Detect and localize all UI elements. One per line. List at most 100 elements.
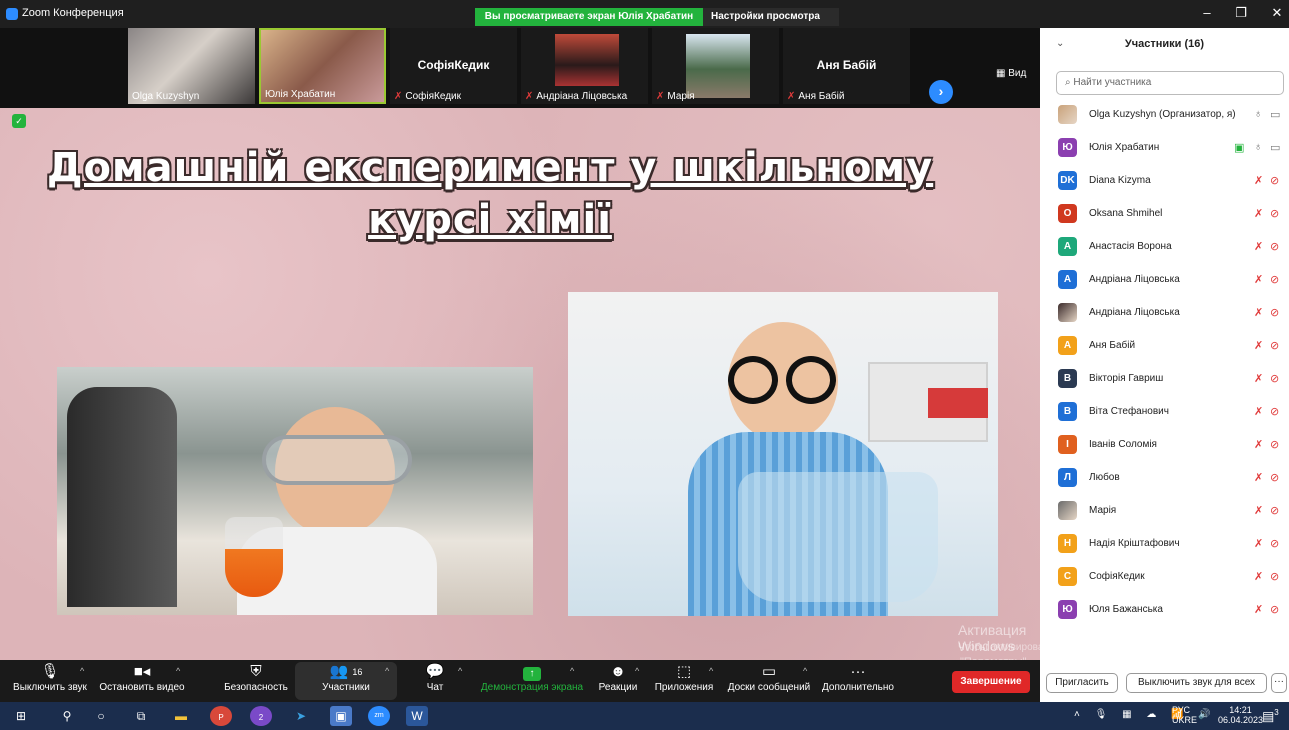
participant-row[interactable]: В Вікторія Гавриш ✗ ⊘	[1056, 363, 1289, 396]
video-tile[interactable]: Аня Бабій ✗ Аня Бабій	[783, 28, 910, 104]
participant-row[interactable]: А Андріана Ліцовська ✗ ⊘	[1056, 264, 1289, 297]
security-shield-icon[interactable]: ✓	[12, 114, 26, 128]
participant-row[interactable]: Н Надія Кріштафович ✗ ⊘	[1056, 528, 1289, 561]
video-off-icon[interactable]: ⊘	[1270, 603, 1279, 616]
apps-button[interactable]: ⬚ Приложения	[652, 662, 716, 693]
whiteboards-button[interactable]: ▭ Доски сообщений	[726, 662, 812, 693]
restore-icon[interactable]: ❐	[1230, 5, 1252, 21]
mic-muted-icon[interactable]: ✗	[1254, 339, 1263, 352]
video-tile[interactable]: ✗ Марія	[652, 28, 779, 104]
participant-name: Надія Кріштафович	[1089, 538, 1180, 549]
participant-row[interactable]: O Oksana Shmihel ✗ ⊘	[1056, 198, 1289, 231]
viber-icon[interactable]: 2	[250, 706, 272, 726]
whiteboards-options-chevron-icon[interactable]: ^	[803, 666, 807, 676]
language-indicator[interactable]: РУС UKRE	[1172, 705, 1197, 725]
participants-options-chevron-icon[interactable]: ^	[385, 666, 389, 676]
video-tile-active-speaker[interactable]: Юлія Храбатин	[259, 28, 386, 104]
mic-muted-icon[interactable]: ✗	[1254, 471, 1263, 484]
mic-muted-icon[interactable]: ✗	[1254, 306, 1263, 319]
chat-options-chevron-icon[interactable]: ^	[458, 666, 462, 676]
video-off-icon[interactable]: ⊘	[1270, 471, 1279, 484]
mute-label: Выключить звук	[13, 682, 87, 693]
reactions-options-chevron-icon[interactable]: ^	[635, 666, 639, 676]
participant-row[interactable]: С СофіяКедик ✗ ⊘	[1056, 561, 1289, 594]
video-off-icon[interactable]: ⊘	[1270, 240, 1279, 253]
mic-muted-icon[interactable]: ✗	[1254, 174, 1263, 187]
participant-avatar: Ю	[1058, 138, 1077, 157]
video-off-icon[interactable]: ⊘	[1270, 438, 1279, 451]
clock[interactable]: 14:21 06.04.2023	[1218, 705, 1263, 725]
video-off-icon[interactable]: ⊘	[1270, 537, 1279, 550]
cortana-icon[interactable]: ○	[90, 706, 112, 726]
mic-muted-icon[interactable]: ✗	[1254, 438, 1263, 451]
participant-row[interactable]: В Віта Стефанович ✗ ⊘	[1056, 396, 1289, 429]
share-options-chevron-icon[interactable]: ^	[570, 666, 574, 676]
mic-muted-icon[interactable]: ✗	[1254, 603, 1263, 616]
participant-search-input[interactable]: ⌕ Найти участника	[1056, 71, 1284, 95]
microphone-icon[interactable]: ♁	[1254, 108, 1262, 120]
audio-options-chevron-icon[interactable]: ^	[80, 666, 84, 676]
panel-more-button[interactable]: ···	[1271, 673, 1287, 693]
video-off-icon[interactable]: ⊘	[1270, 504, 1279, 517]
video-camera-icon[interactable]: ▭	[1270, 108, 1280, 121]
mic-muted-icon[interactable]: ✗	[1254, 570, 1263, 583]
microphone-icon[interactable]: ♁	[1254, 141, 1262, 153]
participant-row[interactable]: А Аня Бабій ✗ ⊘	[1056, 330, 1289, 363]
video-off-icon[interactable]: ⊘	[1270, 174, 1279, 187]
participant-row[interactable]: Ю Юлія Храбатин ▣ ♁ ▭	[1056, 132, 1289, 165]
end-meeting-button[interactable]: Завершение	[952, 671, 1030, 693]
participant-row[interactable]: Ю Юля Бажанська ✗ ⊘	[1056, 594, 1289, 627]
video-off-icon[interactable]: ⊘	[1270, 273, 1279, 286]
video-off-icon[interactable]: ⊘	[1270, 339, 1279, 352]
participant-row[interactable]: І Іванів Соломія ✗ ⊘	[1056, 429, 1289, 462]
video-off-icon[interactable]: ⊘	[1270, 372, 1279, 385]
video-off-icon[interactable]: ⊘	[1270, 207, 1279, 220]
participant-row[interactable]: Л Любов ✗ ⊘	[1056, 462, 1289, 495]
participants-button[interactable]: 👥 16 Участники	[295, 662, 397, 700]
view-settings-dropdown[interactable]: Настройки просмотра ⌄	[703, 8, 839, 40]
participant-row[interactable]: Olga Kuzyshyn (Организатор, я) ♁ ▭	[1056, 99, 1289, 132]
storage-app-icon[interactable]: ▣	[330, 706, 352, 726]
mic-muted-icon[interactable]: ✗	[1254, 207, 1263, 220]
word-icon[interactable]: W	[406, 706, 428, 726]
participant-row[interactable]: DK Diana Kizyma ✗ ⊘	[1056, 165, 1289, 198]
invite-button[interactable]: Пригласить	[1046, 673, 1118, 693]
mic-muted-icon[interactable]: ✗	[1254, 273, 1263, 286]
video-options-chevron-icon[interactable]: ^	[176, 666, 180, 676]
search-icon[interactable]: ⚲	[56, 706, 78, 726]
mic-muted-icon[interactable]: ✗	[1254, 240, 1263, 253]
security-button[interactable]: ⛨ Безопасность	[223, 662, 289, 693]
more-button[interactable]: ··· Дополнительно	[820, 662, 896, 693]
mic-muted-icon[interactable]: ✗	[1254, 405, 1263, 418]
windows-start-icon[interactable]: ⊞	[10, 706, 32, 726]
participant-row[interactable]: Андріана Ліцовська ✗ ⊘	[1056, 297, 1289, 330]
apps-options-chevron-icon[interactable]: ^	[709, 666, 713, 676]
video-camera-icon[interactable]: ▭	[1270, 141, 1280, 154]
stop-video-button[interactable]: ■◂ Остановить видео	[99, 662, 185, 693]
minimize-icon[interactable]: –	[1196, 5, 1218, 21]
chrome-icon[interactable]: P	[210, 706, 232, 726]
file-explorer-icon[interactable]: ▬	[170, 706, 192, 726]
mute-button[interactable]: 🎙 Выключить звук	[12, 662, 88, 693]
mute-all-button[interactable]: Выключить звук для всех	[1126, 673, 1267, 693]
participant-row[interactable]: Марія ✗ ⊘	[1056, 495, 1289, 528]
video-tile[interactable]: СофіяКедик ✗ СофіяКедик	[390, 28, 517, 104]
notifications-icon[interactable]: ▤3	[1262, 708, 1279, 724]
video-off-icon[interactable]: ⊘	[1270, 405, 1279, 418]
video-off-icon[interactable]: ⊘	[1270, 306, 1279, 319]
mic-muted-icon[interactable]: ✗	[1254, 372, 1263, 385]
telegram-icon[interactable]: ➤	[290, 706, 312, 726]
zoom-taskbar-icon[interactable]: zm	[368, 706, 390, 726]
mic-muted-icon[interactable]: ✗	[1254, 537, 1263, 550]
view-button[interactable]: ▦ Вид	[996, 68, 1026, 79]
chat-button[interactable]: 💬 Чат	[418, 662, 452, 693]
reactions-button[interactable]: ☻ Реакции	[596, 662, 640, 693]
video-tile[interactable]: ✗ Андріана Ліцовська	[521, 28, 648, 104]
task-view-icon[interactable]: ⧉	[130, 706, 152, 726]
participant-row[interactable]: А Анастасія Ворона ✗ ⊘	[1056, 231, 1289, 264]
close-icon[interactable]: ✕	[1266, 5, 1288, 21]
mic-muted-icon[interactable]: ✗	[1254, 504, 1263, 517]
video-off-icon[interactable]: ⊘	[1270, 570, 1279, 583]
next-page-button[interactable]: ›	[929, 80, 953, 104]
video-tile[interactable]: Olga Kuzyshyn	[128, 28, 255, 104]
